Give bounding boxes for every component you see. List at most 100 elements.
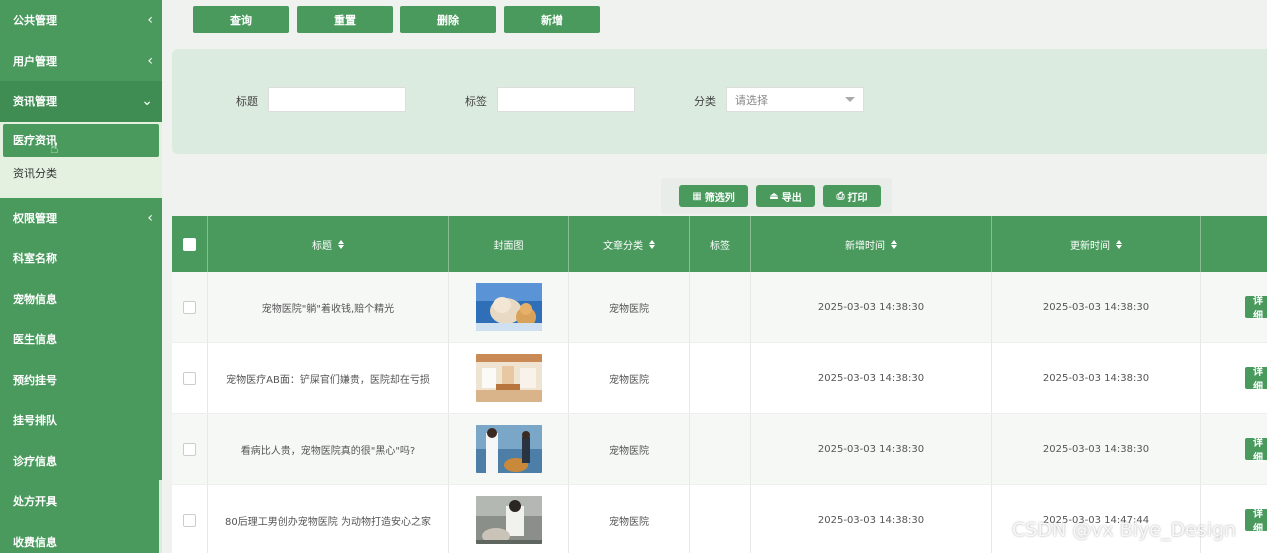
header-actions xyxy=(1201,216,1267,272)
tag-cell xyxy=(690,343,751,413)
header-category[interactable]: 文章分类 xyxy=(569,216,690,272)
category-label: 分类 xyxy=(694,95,716,108)
header-created-label: 新增时间 xyxy=(845,240,885,252)
category-select-value: 请选择 xyxy=(735,93,768,107)
header-updated-label: 更新时间 xyxy=(1070,240,1110,252)
sidebar-item-department[interactable]: 科室名称 xyxy=(0,238,162,279)
add-button[interactable]: 新增 xyxy=(504,6,600,33)
sidebar-item-appointment[interactable]: 预约挂号 xyxy=(0,360,162,401)
sidebar-scrollbar[interactable] xyxy=(159,480,162,553)
row-checkbox[interactable] xyxy=(183,300,196,314)
cover-image[interactable] xyxy=(475,354,542,402)
header-cover: 封面图 xyxy=(449,216,569,272)
sidebar-item-billing[interactable]: 收费信息 xyxy=(0,522,162,553)
query-button[interactable]: 查询 xyxy=(193,6,289,33)
updated-cell: 2025-03-03 14:38:30 xyxy=(992,343,1201,413)
detail-button[interactable]: 详细 xyxy=(1245,367,1267,393)
sidebar-item-pet[interactable]: 宠物信息 xyxy=(0,279,162,320)
sidebar-item-label: 科室名称 xyxy=(13,252,57,266)
sidebar-subitem-medical-news[interactable]: 医疗资讯 ☝ xyxy=(3,123,159,157)
created-cell: 2025-03-03 14:38:30 xyxy=(751,414,992,484)
sidebar-item-prescription[interactable]: 处方开具 xyxy=(0,481,162,522)
sidebar: 公共管理 ‹ 用户管理 ‹ 资讯管理 ⌄ 医疗资讯 ☝ 资讯分类 权限管理 ‹ … xyxy=(0,0,162,553)
row-checkbox-cell xyxy=(172,485,208,553)
sidebar-item-doctor[interactable]: 医生信息 xyxy=(0,319,162,360)
detail-button[interactable]: 详细 xyxy=(1245,509,1267,535)
delete-button[interactable]: 删除 xyxy=(400,6,496,33)
tag-cell xyxy=(690,414,751,484)
table-row: 宠物医疗AB面：铲屎官们嫌贵，医院却在亏损 宠物医院 2025-03-03 14… xyxy=(172,343,1267,414)
export-button[interactable]: ⏏ 导出 xyxy=(756,185,815,207)
sidebar-item-label: 资讯分类 xyxy=(13,167,57,180)
category-cell: 宠物医院 xyxy=(569,485,690,553)
title-input[interactable] xyxy=(268,87,406,112)
sidebar-item-label: 收费信息 xyxy=(13,535,57,549)
tag-cell xyxy=(690,272,751,342)
table-row: 宠物医院"躺"着收钱,赔个精光 宠物医院 2025-03-03 14:38:30… xyxy=(172,272,1267,343)
filter-columns-button[interactable]: ▦ 筛选列 xyxy=(679,185,748,207)
cover-cell xyxy=(449,343,569,413)
sort-icon[interactable] xyxy=(338,239,344,249)
category-cell: 宠物医院 xyxy=(569,414,690,484)
sidebar-item-permission[interactable]: 权限管理 ‹ xyxy=(0,198,162,239)
filter-columns-label: 筛选列 xyxy=(704,192,735,204)
created-cell: 2025-03-03 14:38:30 xyxy=(751,485,992,553)
print-button[interactable]: ⎙ 打印 xyxy=(823,185,881,207)
sidebar-item-diagnosis[interactable]: 诊疗信息 xyxy=(0,441,162,482)
tag-cell xyxy=(690,485,751,553)
caret-down-icon xyxy=(845,97,855,102)
header-category-label: 文章分类 xyxy=(603,240,643,252)
row-checkbox[interactable] xyxy=(183,442,196,456)
sidebar-item-queue[interactable]: 挂号排队 xyxy=(0,400,162,441)
export-label: 导出 xyxy=(781,192,802,204)
search-panel: 标题 标签 分类 请选择 xyxy=(172,49,1267,154)
category-select[interactable]: 请选择 xyxy=(726,87,864,112)
actions-cell: 详细 xyxy=(1201,485,1267,553)
tag-input[interactable] xyxy=(497,87,635,112)
sidebar-item-label: 挂号排队 xyxy=(13,414,57,428)
select-all-checkbox[interactable] xyxy=(183,237,196,251)
sort-icon[interactable] xyxy=(891,239,897,249)
sort-icon[interactable] xyxy=(649,239,655,249)
header-select-all[interactable] xyxy=(172,216,208,272)
hand-cursor-icon: ☝ xyxy=(50,140,59,157)
sidebar-item-label: 权限管理 xyxy=(13,211,57,225)
sidebar-item-news[interactable]: 资讯管理 ⌄ xyxy=(0,81,162,122)
cover-cell xyxy=(449,485,569,553)
updated-cell: 2025-03-03 14:38:30 xyxy=(992,414,1201,484)
sidebar-item-label: 处方开具 xyxy=(13,495,57,509)
updated-cell: 2025-03-03 14:38:30 xyxy=(992,272,1201,342)
cover-cell xyxy=(449,272,569,342)
created-cell: 2025-03-03 14:38:30 xyxy=(751,272,992,342)
row-checkbox[interactable] xyxy=(183,371,196,385)
detail-button[interactable]: 详细 xyxy=(1245,296,1267,322)
chevron-down-icon: ⌄ xyxy=(141,93,153,110)
detail-button[interactable]: 详细 xyxy=(1245,438,1267,464)
title-cell: 看病比人贵，宠物医院真的很"黑心"吗? xyxy=(208,414,449,484)
actions-cell: 详细 xyxy=(1201,272,1267,342)
cover-image[interactable] xyxy=(475,283,542,331)
export-icon: ⏏ xyxy=(769,190,779,202)
sidebar-item-label: 预约挂号 xyxy=(13,373,57,387)
sidebar-item-users[interactable]: 用户管理 ‹ xyxy=(0,41,162,82)
header-title[interactable]: 标题 xyxy=(208,216,449,272)
title-cell: 宠物医院"躺"着收钱,赔个精光 xyxy=(208,272,449,342)
reset-button[interactable]: 重置 xyxy=(297,6,393,33)
created-cell: 2025-03-03 14:38:30 xyxy=(751,343,992,413)
sidebar-item-label: 宠物信息 xyxy=(13,292,57,306)
sort-icon[interactable] xyxy=(1116,239,1122,249)
row-checkbox-cell xyxy=(172,272,208,342)
header-updated[interactable]: 更新时间 xyxy=(992,216,1201,272)
title-label: 标题 xyxy=(236,95,258,108)
table-row: 80后理工男创办宠物医院 为动物打造安心之家 宠物医院 2025-03-03 1… xyxy=(172,485,1267,553)
cover-image[interactable] xyxy=(475,496,542,544)
header-title-label: 标题 xyxy=(312,240,332,252)
header-created[interactable]: 新增时间 xyxy=(751,216,992,272)
sidebar-subitem-news-category[interactable]: 资讯分类 xyxy=(3,157,159,190)
updated-cell: 2025-03-03 14:47:44 xyxy=(992,485,1201,553)
cover-image[interactable] xyxy=(475,425,542,473)
header-tag-label: 标签 xyxy=(710,240,730,252)
row-checkbox[interactable] xyxy=(183,513,196,527)
sidebar-item-public[interactable]: 公共管理 ‹ xyxy=(0,0,162,41)
table-row: 看病比人贵，宠物医院真的很"黑心"吗? 宠物医院 2025-03-03 14:3… xyxy=(172,414,1267,485)
